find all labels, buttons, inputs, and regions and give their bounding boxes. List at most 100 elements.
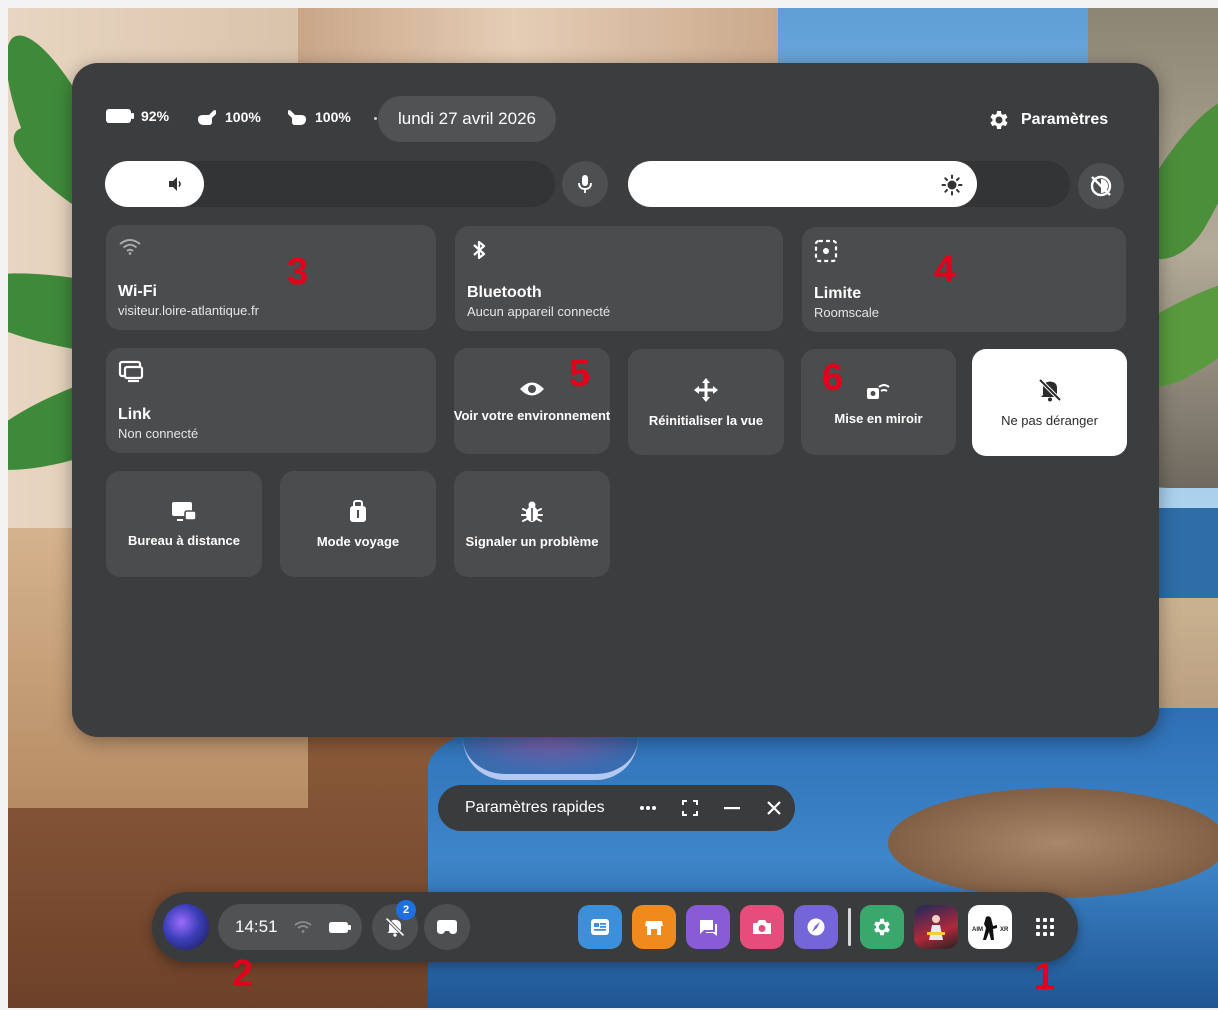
annotation-marker-3: 3	[287, 251, 309, 293]
link-icon	[118, 360, 144, 383]
right-controller-icon	[288, 110, 306, 125]
app-game-poster[interactable]	[914, 905, 958, 949]
avatar[interactable]	[163, 904, 209, 950]
svg-text:AIM: AIM	[972, 927, 983, 933]
battery-status-icon	[328, 921, 351, 933]
app-library-button[interactable]	[1022, 904, 1068, 950]
battery-icon	[106, 109, 134, 123]
close-icon	[767, 801, 781, 815]
headset-view-button[interactable]	[424, 904, 470, 950]
aim-xr-logo-icon: AIM XR	[972, 916, 1009, 940]
app-store[interactable]	[632, 905, 676, 949]
volume-slider-fill	[105, 161, 204, 207]
move-arrows-icon	[694, 377, 718, 402]
app-browser-library[interactable]	[578, 905, 622, 949]
boundary-mode: Roomscale	[814, 305, 880, 320]
brightness-slider-fill	[628, 161, 977, 207]
app-settings[interactable]	[860, 905, 904, 949]
headset-battery-value: 92%	[141, 108, 170, 124]
expand-icon	[682, 800, 698, 816]
speaker-icon	[169, 177, 181, 191]
microphone-button[interactable]	[562, 161, 608, 207]
brightness-slider[interactable]	[628, 161, 1070, 207]
app-aim-xr[interactable]: AIM XR	[968, 905, 1012, 949]
notification-count-badge: 2	[396, 900, 416, 920]
gear-icon	[990, 111, 1008, 129]
app-explore[interactable]	[794, 905, 838, 949]
cast-label: Mise en miroir	[834, 410, 923, 426]
eye-icon	[520, 382, 544, 395]
do-not-disturb-tile[interactable]: Ne pas déranger	[972, 349, 1127, 456]
boundary-title: Limite	[814, 285, 862, 302]
app-messenger[interactable]	[686, 905, 730, 949]
compass-icon	[807, 918, 825, 936]
report-problem-tile[interactable]: Signaler un problème	[454, 471, 610, 577]
grid-icon	[1036, 918, 1054, 936]
auto-brightness-off-icon	[1090, 175, 1112, 197]
app-camera[interactable]	[740, 905, 784, 949]
wifi-status-icon	[294, 921, 312, 933]
status-separator	[374, 117, 377, 120]
background-table	[888, 788, 1218, 898]
camera-icon	[753, 920, 771, 934]
settings-button[interactable]: Paramètres	[987, 108, 1108, 132]
annotation-marker-4: 4	[934, 249, 956, 291]
gear-icon	[874, 918, 890, 936]
quick-settings-toggle[interactable]: 14:51	[218, 904, 362, 950]
remote-desktop-tile[interactable]: Bureau à distance	[106, 471, 262, 577]
remote-desktop-icon	[172, 501, 197, 521]
bug-icon	[521, 501, 543, 522]
reset-view-tile[interactable]: Réinitialiser la vue	[628, 349, 784, 455]
link-status: Non connecté	[118, 426, 199, 441]
do-not-disturb-label: Ne pas déranger	[1001, 413, 1098, 428]
link-tile[interactable]: Link Non connecté	[106, 348, 436, 453]
bluetooth-title: Bluetooth	[467, 284, 542, 301]
reset-view-label: Réinitialiser la vue	[648, 412, 764, 428]
bluetooth-tile[interactable]: Bluetooth Aucun appareil connecté	[455, 226, 783, 331]
boundary-tile[interactable]: Limite Roomscale	[802, 227, 1126, 332]
left-controller-value: 100%	[225, 109, 261, 125]
brightness-icon	[941, 174, 963, 196]
window-expand-button[interactable]	[669, 785, 711, 831]
wifi-tile[interactable]: Wi-Fi visiteur.loire-atlantique.fr	[106, 225, 436, 330]
remote-desktop-label: Bureau à distance	[128, 532, 240, 548]
microphone-icon	[578, 175, 592, 193]
background-lamp	[463, 738, 638, 780]
bluetooth-status: Aucun appareil connecté	[467, 304, 611, 319]
bell-off-icon	[1038, 378, 1061, 402]
bluetooth-icon	[473, 240, 486, 260]
window-title: Paramètres rapides	[465, 799, 605, 816]
auto-brightness-button[interactable]	[1078, 163, 1124, 209]
window-title-bar[interactable]: Paramètres rapides	[438, 785, 795, 831]
window-close-button[interactable]	[753, 785, 795, 831]
annotation-marker-6: 6	[822, 357, 844, 399]
clock-time: 14:51	[235, 917, 278, 936]
travel-mode-label: Mode voyage	[316, 533, 400, 549]
wifi-network-name: visiteur.loire-atlantique.fr	[118, 303, 259, 318]
headset-battery-status: 92%	[105, 108, 169, 124]
taskbar-separator	[848, 908, 851, 946]
settings-label: Paramètres	[1021, 111, 1109, 128]
quick-settings-panel: 92% 100% 100% lundi 27 avril 2026 Paramè…	[72, 63, 1159, 737]
boundary-icon	[814, 239, 838, 263]
minimize-icon	[724, 807, 740, 810]
date-display: lundi 27 avril 2026	[378, 96, 556, 142]
left-controller-icon	[198, 110, 216, 125]
travel-mode-tile[interactable]: Mode voyage	[280, 471, 436, 577]
svg-text:XR: XR	[1000, 927, 1009, 933]
window-minimize-button[interactable]	[711, 785, 753, 831]
headset-icon	[437, 920, 457, 934]
chat-icon	[700, 920, 717, 936]
link-title: Link	[118, 406, 151, 423]
cast-icon	[866, 383, 890, 399]
wifi-icon	[119, 239, 141, 255]
report-problem-label: Signaler un problème	[465, 533, 599, 549]
passthrough-label: Voir votre environnement	[453, 407, 611, 423]
wifi-title: Wi-Fi	[118, 283, 157, 300]
window-more-button[interactable]	[627, 785, 669, 831]
volume-slider[interactable]	[105, 161, 555, 207]
annotation-marker-2: 2	[232, 953, 254, 995]
right-controller-status: 100%	[285, 107, 351, 127]
store-icon	[645, 921, 663, 935]
universal-menu-taskbar: 14:51 2 AIM XR	[152, 892, 1078, 962]
